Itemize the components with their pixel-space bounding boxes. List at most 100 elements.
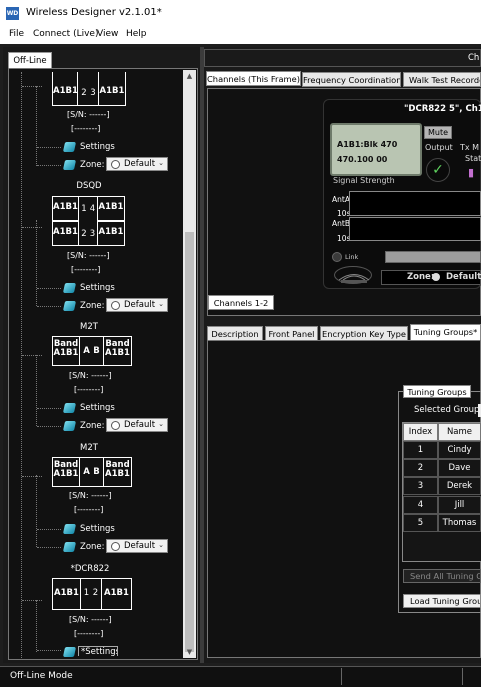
table-cell-name[interactable]: Derek [438,477,481,495]
tab-walk-test-recorder[interactable]: Walk Test Recorder [403,72,481,87]
table-cell-index[interactable]: 1 [403,441,438,459]
settings-link[interactable]: Settings [80,524,115,534]
menu-connect-live[interactable]: Connect (Live) [33,29,98,39]
table-cell-name[interactable]: Thomas [438,514,481,532]
status-divider [341,668,342,685]
tab-channels-1-2[interactable]: Channels 1-2 [208,295,274,310]
table-cell-name[interactable]: Dave [438,459,481,477]
chevron-down-icon: ⌄ [158,300,164,308]
settings-link[interactable]: Settings [80,283,115,293]
device-status-bracket: [--------] [74,505,104,514]
device-title: DSQD [76,181,102,191]
tab-channels-this-frame[interactable]: Channels (This Frame) [206,71,301,86]
device-channel-number: 2 [81,229,87,239]
tree-connector [37,306,61,307]
device-band-cell: Band A1B1 [103,457,132,487]
scroll-up-icon[interactable]: ▲ [183,71,196,81]
device-band-cell: Band A1B1 [52,336,80,366]
zone-dropdown-value: Default [124,159,156,169]
device-title: *DCR822 [70,564,110,574]
device-channel-number: 2 [92,588,99,598]
ant-a-label: AntA [332,195,350,204]
device-channel-cell: A1B1 [52,72,78,106]
tree-connector [22,86,42,87]
device-channel-cell: A1B1 [98,72,126,106]
receiver-name: "DCR822 5", Ch1 [404,104,481,114]
serial-number: [S/N: ------] [67,110,110,119]
status-divider [462,668,463,685]
device-channel-cell: A1B1 [52,221,79,246]
table-cell-name[interactable]: Jill [438,496,481,514]
tab-frequency-coordination[interactable]: Frequency Coordination [302,72,401,87]
tuning-groups-legend: Tuning Groups [403,385,471,398]
tree-connector [36,86,37,166]
output-label: Output [425,143,453,152]
send-all-tuning-groups-button[interactable]: Send All Tuning Gro [403,569,481,583]
device-channel-number: 1 [83,588,90,598]
load-tuning-group-button[interactable]: Load Tuning Group [403,594,481,608]
scroll-down-icon[interactable]: ▼ [183,647,196,657]
tx-mode-label: Tx M [460,143,480,152]
tab-description[interactable]: Description [207,326,263,341]
link-label: Link [345,253,359,261]
settings-link[interactable]: Settings [80,142,115,152]
table-cell-index[interactable]: 2 [403,459,438,477]
tree-connector [37,650,61,651]
zone-dropdown[interactable]: Default ⌄ [106,418,168,432]
settings-link[interactable]: Settings [80,403,115,413]
table-cell-index[interactable]: 3 [403,477,438,495]
device-channel-cell: A1B1 [52,196,79,221]
tab-encryption-key-type[interactable]: Encryption Key Type [320,326,408,341]
chevron-down-icon: ⌄ [158,541,164,549]
zone-dropdown[interactable]: Default ⌄ [106,298,168,312]
tree-connector [22,355,42,356]
settings-link[interactable]: *Settings [78,646,118,656]
settings-icon [62,647,77,657]
mute-button[interactable]: Mute [424,126,452,139]
table-cell-name[interactable]: Cindy [438,441,481,459]
table-cell-index[interactable]: 5 [403,514,438,532]
zone-icon [62,542,77,552]
menu-file[interactable]: File [9,29,24,39]
tree-connector [36,475,37,547]
device-channel-number: 3 [89,229,96,239]
column-header-name[interactable]: Name [438,423,481,441]
serial-number: [S/N: ------] [69,615,112,624]
tab-tuning-groups[interactable]: Tuning Groups* [410,324,481,341]
zone-label: Zone: [80,421,105,431]
device-channel-number: 3 [90,88,96,98]
menu-view[interactable]: View [97,29,118,39]
settings-icon [62,142,77,152]
table-cell-index[interactable]: 4 [403,496,438,514]
tab-front-panel[interactable]: Front Panel [265,326,318,341]
serial-number: [S/N: ------] [69,371,112,380]
zone-icon [62,421,77,431]
radio-icon [111,160,120,169]
column-header-index[interactable]: Index [403,423,438,441]
zone-dot-icon [432,273,440,281]
zone-dropdown[interactable]: Default ⌄ [106,157,168,171]
status-text: Off-Line Mode [10,671,73,681]
selected-group-label: Selected Group: [414,405,481,415]
ant-b-meter [349,217,481,241]
tree-connector [37,165,61,166]
tree-connector [37,288,61,289]
lcd-frequency-line: 470.100 00 [337,155,388,164]
lcd-block-line: A1B1:Blk 470 [337,140,398,149]
settings-icon [62,524,77,534]
device-channel-cell: A1B1 [52,578,81,610]
device-title: M2T [80,322,98,332]
tree-connector [37,547,61,548]
chevron-down-icon: ⌄ [158,159,164,167]
menu-bar: File Connect (Live) View Help [0,27,481,44]
tab-off-line[interactable]: Off-Line [8,52,52,68]
zone-dropdown[interactable]: Default ⌄ [106,539,168,553]
settings-icon [62,283,77,293]
title-bar: WD Wireless Designer v2.1.01* [0,0,481,27]
menu-help[interactable]: Help [126,29,147,39]
tree-connector [36,220,37,306]
app-icon: WD [6,7,19,20]
radio-icon [111,542,120,551]
tree-scrollbar-thumb[interactable] [185,232,194,652]
link-meter [385,251,481,263]
